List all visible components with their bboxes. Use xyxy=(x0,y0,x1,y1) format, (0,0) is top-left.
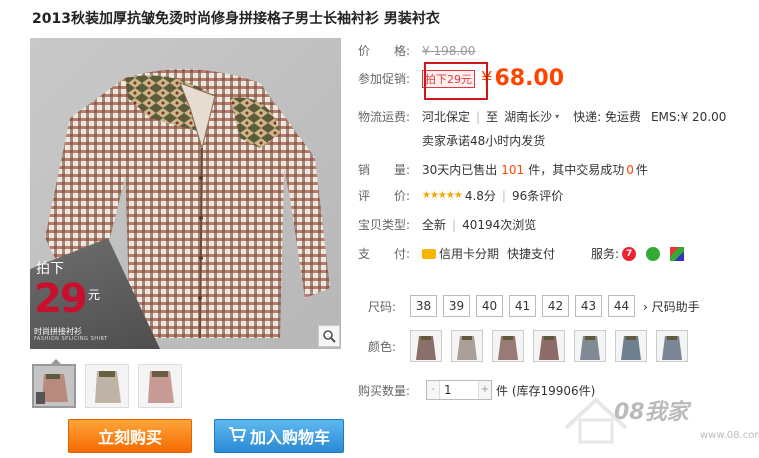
seven-day-return-icon[interactable]: 7 xyxy=(622,246,637,261)
rating-stars-icon: ★★★★★ xyxy=(422,190,463,201)
shipping-to-word: 至 xyxy=(486,110,499,124)
cart-icon xyxy=(228,426,247,446)
thumbnail-list xyxy=(32,359,182,408)
promo-banner-subtitle-en: FASHION SPLICING SHIRT xyxy=(34,336,108,342)
sales-label: 销 量: xyxy=(358,163,411,177)
color-row: 颜色: xyxy=(358,330,697,362)
add-to-cart-label: 加入购物车 xyxy=(249,428,330,447)
shipping-destination[interactable]: 湖南长沙 xyxy=(504,108,552,125)
payment-label: 支 付: xyxy=(358,247,411,261)
shipping-separator: | xyxy=(476,109,481,124)
shipping-from: 河北保定 xyxy=(422,110,471,124)
sales-row: 销 量: 30天内已售出 101 件，其中交易成功 0 件 xyxy=(358,161,648,178)
sales-prefix: 30天内已售出 xyxy=(422,163,498,177)
shipping-express: 快递: 免运费 xyxy=(573,110,641,124)
item-type-row: 宝贝类型: 全新 | 40194次浏览 xyxy=(358,216,536,233)
sales-count: 101 xyxy=(501,162,525,177)
color-label: 颜色: xyxy=(367,339,396,354)
thumbnail-1[interactable] xyxy=(32,359,76,408)
product-title: 2013秋装加厚抗皱免烫时尚修身拼接格子男士长袖衬衫 男装衬衣 xyxy=(32,11,440,27)
size-option[interactable]: 39 xyxy=(443,295,470,317)
quantity-stepper: - 1 + xyxy=(426,380,492,400)
thumbnail-3[interactable] xyxy=(138,364,182,408)
quantity-increase-button[interactable]: + xyxy=(479,381,491,399)
chevron-down-icon[interactable]: ▾ xyxy=(555,112,559,121)
promo-banner-prefix: 拍下 xyxy=(36,261,64,277)
payment-credit[interactable]: 信用卡分期 xyxy=(439,245,499,262)
zoom-icon[interactable] xyxy=(318,325,340,347)
size-options: 38 39 40 41 42 43 44 xyxy=(410,295,641,317)
guarantee-icon[interactable] xyxy=(646,246,661,261)
rating-separator: | xyxy=(501,188,506,203)
size-option[interactable]: 38 xyxy=(410,295,437,317)
shipping-row: 物流运费: 河北保定 | 至 湖南长沙 ▾ 快递: 免运费 EMS:¥ 20.0… xyxy=(358,108,726,125)
shipping-promise: 卖家承诺48小时内发货 xyxy=(422,134,546,148)
shipping-label: 物流运费: xyxy=(358,110,411,124)
promotion-label: 参加促销: xyxy=(358,72,411,86)
size-option[interactable]: 42 xyxy=(542,295,569,317)
credit-icon[interactable] xyxy=(670,246,685,261)
color-swatch[interactable] xyxy=(615,330,647,362)
rating-score: 4.8分 xyxy=(464,189,496,203)
credit-card-icon xyxy=(422,248,436,259)
color-options xyxy=(410,330,697,362)
color-swatch[interactable] xyxy=(492,330,524,362)
rating-row: 评 价: ★★★★★ 4.8分 | 96条评价 xyxy=(358,187,563,204)
quantity-label: 购买数量: xyxy=(358,383,411,398)
promotion-highlight-box xyxy=(424,62,488,100)
original-price: ¥ 198.00 xyxy=(422,43,476,58)
thumbnail-caret-icon xyxy=(50,359,62,365)
quantity-decrease-button[interactable]: - xyxy=(427,381,439,399)
item-type-label: 宝贝类型: xyxy=(358,218,411,232)
thumbnail-3-image xyxy=(139,365,181,407)
color-swatch[interactable] xyxy=(533,330,565,362)
watermark-url: www.08.com xyxy=(700,430,759,441)
thumbnail-1-image xyxy=(34,366,74,406)
price-row: 价 格: ¥ 198.00 xyxy=(358,42,475,59)
price-label: 价 格: xyxy=(358,44,411,58)
color-swatch[interactable] xyxy=(451,330,483,362)
thumbnail-2-image xyxy=(86,365,128,407)
size-row: 尺码: 38 39 40 41 42 43 44 › 尺码助手 xyxy=(358,295,700,317)
add-to-cart-button[interactable]: 加入购物车 xyxy=(214,419,344,453)
promotion-price: 68.00 xyxy=(494,66,565,91)
color-swatch[interactable] xyxy=(656,330,688,362)
sales-success-count: 0 xyxy=(626,162,634,177)
promo-banner-price: 29 xyxy=(34,276,88,322)
service-label: 服务: xyxy=(591,247,620,261)
size-option[interactable]: 43 xyxy=(575,295,602,317)
size-option[interactable]: 44 xyxy=(608,295,635,317)
sales-suffix: 件 xyxy=(635,163,648,177)
color-swatch[interactable] xyxy=(574,330,606,362)
color-swatch[interactable] xyxy=(410,330,442,362)
thumbnail-2[interactable] xyxy=(85,364,129,408)
size-label: 尺码: xyxy=(367,299,396,314)
shipping-ems: EMS:¥ 20.00 xyxy=(650,109,727,124)
size-option[interactable]: 41 xyxy=(509,295,536,317)
main-product-image[interactable]: 拍下 29 元 时尚拼接衬衫 FASHION SPLICING SHIRT xyxy=(30,38,341,349)
rating-reviews-link[interactable]: 96条评价 xyxy=(512,187,563,204)
item-type-separator: | xyxy=(452,217,457,232)
rating-label: 评 价: xyxy=(358,189,411,203)
buy-now-button[interactable]: 立刻购买 xyxy=(68,419,192,453)
watermark-text: 08我家 xyxy=(614,400,689,425)
size-option[interactable]: 40 xyxy=(476,295,503,317)
quantity-input[interactable]: 1 xyxy=(439,381,479,399)
item-views: 40194次浏览 xyxy=(462,218,537,232)
payment-quick[interactable]: 快捷支付 xyxy=(507,245,555,262)
item-type-value: 全新 xyxy=(422,218,447,232)
promo-banner-unit: 元 xyxy=(88,288,101,302)
sales-mid: 件，其中交易成功 xyxy=(528,163,625,177)
payment-row: 支 付: 信用卡分期 快捷支付 服务: 7 xyxy=(358,245,685,262)
size-helper-link[interactable]: › 尺码助手 xyxy=(643,298,700,315)
size-helper-text: 尺码助手 xyxy=(651,299,700,314)
